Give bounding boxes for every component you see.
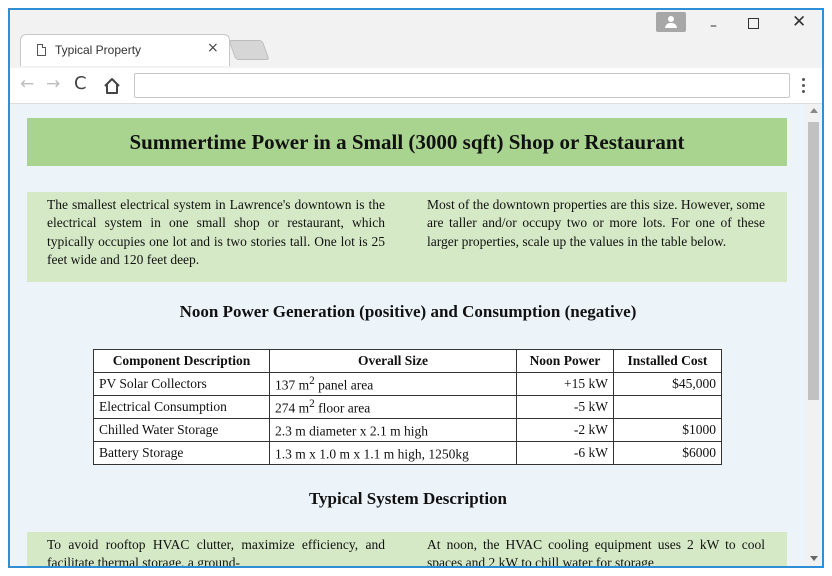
- tab-title: Typical Property: [55, 43, 142, 57]
- component-cell: Chilled Water Storage: [93, 418, 270, 442]
- scroll-down-icon[interactable]: [810, 556, 818, 561]
- title-bar: Typical Property × – ✕: [10, 10, 822, 68]
- system-heading: Typical System Description: [308, 489, 507, 508]
- profile-icon[interactable]: [656, 12, 686, 32]
- component-cell: PV Solar Collectors: [93, 372, 270, 396]
- browser-window: Typical Property × – ✕ ← → C Summertime …: [8, 8, 824, 568]
- size-cell: 274 m2 floor area: [269, 395, 517, 419]
- page-viewport: Summertime Power in a Small (3000 sqft) …: [10, 104, 806, 568]
- home-icon[interactable]: [102, 76, 122, 96]
- vertical-scrollbar[interactable]: [806, 104, 822, 566]
- system-left-paragraph: To avoid rooftop HVAC clutter, maximize …: [47, 537, 385, 568]
- table-row: Electrical Consumption 274 m2 floor area…: [93, 395, 722, 419]
- size-cell: 137 m2 panel area: [269, 372, 517, 396]
- tab-close-icon[interactable]: ×: [207, 40, 219, 56]
- power-cell: -2 kW: [516, 418, 614, 442]
- intro-left-paragraph: The smallest electrical system in Lawren…: [47, 197, 385, 267]
- cost-cell: $45,000: [613, 372, 722, 396]
- power-cell: -5 kW: [516, 395, 614, 419]
- cost-cell: $6000: [613, 441, 722, 465]
- forward-arrow-icon[interactable]: →: [46, 74, 60, 94]
- power-table: Component Description Overall Size Noon …: [93, 349, 722, 465]
- cost-cell: $1000: [613, 418, 722, 442]
- column-header: Component Description: [93, 349, 270, 373]
- column-header: Noon Power: [516, 349, 614, 373]
- new-tab-button[interactable]: [228, 40, 270, 60]
- back-arrow-icon[interactable]: ←: [20, 74, 34, 94]
- intro-section: The smallest electrical system in Lawren…: [27, 192, 787, 282]
- menu-icon[interactable]: [802, 78, 805, 93]
- power-cell: -6 kW: [516, 441, 614, 465]
- scrollbar-thumb[interactable]: [808, 122, 819, 400]
- window-close-icon[interactable]: ✕: [792, 12, 806, 32]
- power-cell: +15 kW: [516, 372, 614, 396]
- column-header: Installed Cost: [613, 349, 722, 373]
- table-header-row: Component Description Overall Size Noon …: [93, 349, 722, 373]
- size-cell: 2.3 m diameter x 2.1 m high: [269, 418, 517, 442]
- table-row: Chilled Water Storage 2.3 m diameter x 2…: [93, 418, 722, 442]
- reload-icon[interactable]: C: [74, 73, 87, 94]
- intro-right-paragraph: Most of the downtown properties are this…: [427, 197, 766, 249]
- scroll-up-icon[interactable]: [810, 108, 818, 113]
- size-cell: 1.3 m x 1.0 m x 1.1 m high, 1250kg: [269, 441, 517, 465]
- minimize-icon[interactable]: –: [710, 18, 717, 34]
- document-icon: [37, 44, 46, 56]
- component-cell: Electrical Consumption: [93, 395, 270, 419]
- table-row: Battery Storage 1.3 m x 1.0 m x 1.1 m hi…: [93, 441, 722, 465]
- table-row: PV Solar Collectors 137 m2 panel area +1…: [93, 372, 722, 396]
- address-bar[interactable]: [134, 73, 790, 98]
- table-heading: Noon Power Generation (positive) and Con…: [179, 302, 637, 321]
- column-header: Overall Size: [269, 349, 517, 373]
- component-cell: Battery Storage: [93, 441, 270, 465]
- system-right-paragraph: At noon, the HVAC cooling equipment uses…: [427, 537, 765, 568]
- browser-tab[interactable]: Typical Property ×: [20, 34, 230, 66]
- system-section: To avoid rooftop HVAC clutter, maximize …: [27, 532, 787, 568]
- page-title-banner: Summertime Power in a Small (3000 sqft) …: [27, 118, 787, 166]
- browser-toolbar: ← → C: [10, 68, 822, 104]
- page-title: Summertime Power in a Small (3000 sqft) …: [129, 129, 685, 154]
- maximize-icon[interactable]: [748, 18, 759, 29]
- cost-cell: [613, 395, 722, 419]
